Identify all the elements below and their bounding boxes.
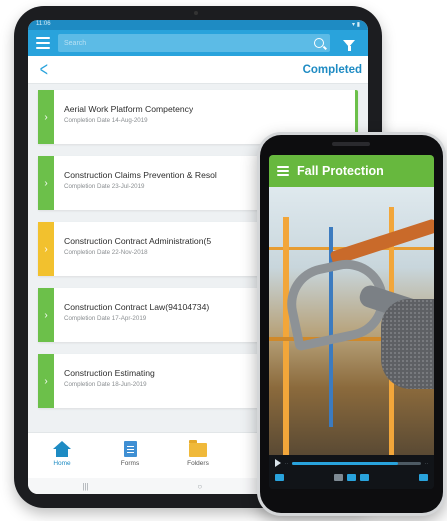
course-title: Construction Claims Prevention & Resol [64, 170, 217, 180]
menu-icon[interactable] [36, 37, 50, 49]
nav-folders[interactable]: Folders [164, 433, 232, 478]
completion-date: Completion Date 23-Jul-2019 [64, 183, 145, 190]
nav-home[interactable]: Home [28, 433, 96, 478]
home-circle-icon[interactable]: ○ [197, 482, 202, 491]
duration-time: ·· [425, 460, 428, 466]
fullscreen-button[interactable] [419, 474, 428, 481]
phone-app-bar: Fall Protection [269, 155, 434, 187]
home-icon [53, 441, 71, 457]
sub-header: < Completed [28, 56, 368, 84]
search-placeholder: Search [64, 39, 87, 47]
play-icon[interactable] [275, 459, 281, 467]
settings-button[interactable] [360, 474, 369, 481]
completion-date: Completion Date 17-Apr-2019 [64, 315, 147, 322]
rewind-button[interactable] [334, 474, 343, 481]
search-input[interactable]: Search [58, 34, 330, 52]
page-title: Completed [302, 63, 362, 76]
status-bar: 11:06 ▾ ▮ [28, 20, 368, 30]
video-player[interactable] [269, 187, 434, 455]
recents-icon[interactable]: ||| [82, 482, 88, 491]
status-time: 11:06 [36, 21, 51, 27]
phone-speaker [332, 142, 370, 146]
phone-frame: Fall Protection ·· ·· [260, 135, 443, 513]
chevron-right-icon: › [38, 354, 54, 408]
phone-screen: Fall Protection ·· ·· [269, 155, 434, 489]
chevron-right-icon: › [38, 156, 54, 210]
tablet-camera [194, 11, 198, 15]
elapsed-time: ·· [285, 460, 288, 466]
nav-label: Folders [187, 460, 209, 467]
chevron-right-icon: › [38, 288, 54, 342]
completion-date: Completion Date 22-Nov-2018 [64, 249, 148, 256]
forms-icon [123, 441, 137, 457]
course-title: Construction Contract Administration(5 [64, 236, 212, 246]
chevron-right-icon: › [38, 222, 54, 276]
forward-button[interactable] [347, 474, 356, 481]
video-title: Fall Protection [297, 164, 384, 178]
filter-icon [343, 39, 355, 51]
chevron-right-icon: › [38, 90, 54, 144]
nav-forms[interactable]: Forms [96, 433, 164, 478]
video-controls: ·· ·· [269, 455, 434, 489]
course-title: Construction Contract Law(94104734) [64, 302, 210, 312]
seek-bar[interactable] [292, 461, 421, 465]
menu-icon[interactable] [277, 166, 289, 176]
course-title: Aerial Work Platform Competency [64, 104, 194, 114]
phone-device: Fall Protection ·· ·· [257, 132, 446, 516]
caption-button[interactable] [275, 474, 284, 481]
back-icon[interactable]: < [40, 60, 48, 80]
filter-button[interactable] [338, 34, 360, 52]
folder-icon [189, 440, 207, 457]
completion-date: Completion Date 14-Aug-2019 [64, 117, 148, 124]
course-title: Construction Estimating [64, 368, 155, 378]
nav-label: Home [53, 460, 71, 467]
search-icon[interactable] [314, 38, 324, 48]
completion-date: Completion Date 18-Jun-2019 [64, 381, 147, 388]
seek-progress [292, 461, 398, 465]
app-bar: Search [28, 30, 368, 56]
status-icons: ▾ ▮ [352, 22, 360, 28]
nav-label: Forms [120, 460, 140, 467]
